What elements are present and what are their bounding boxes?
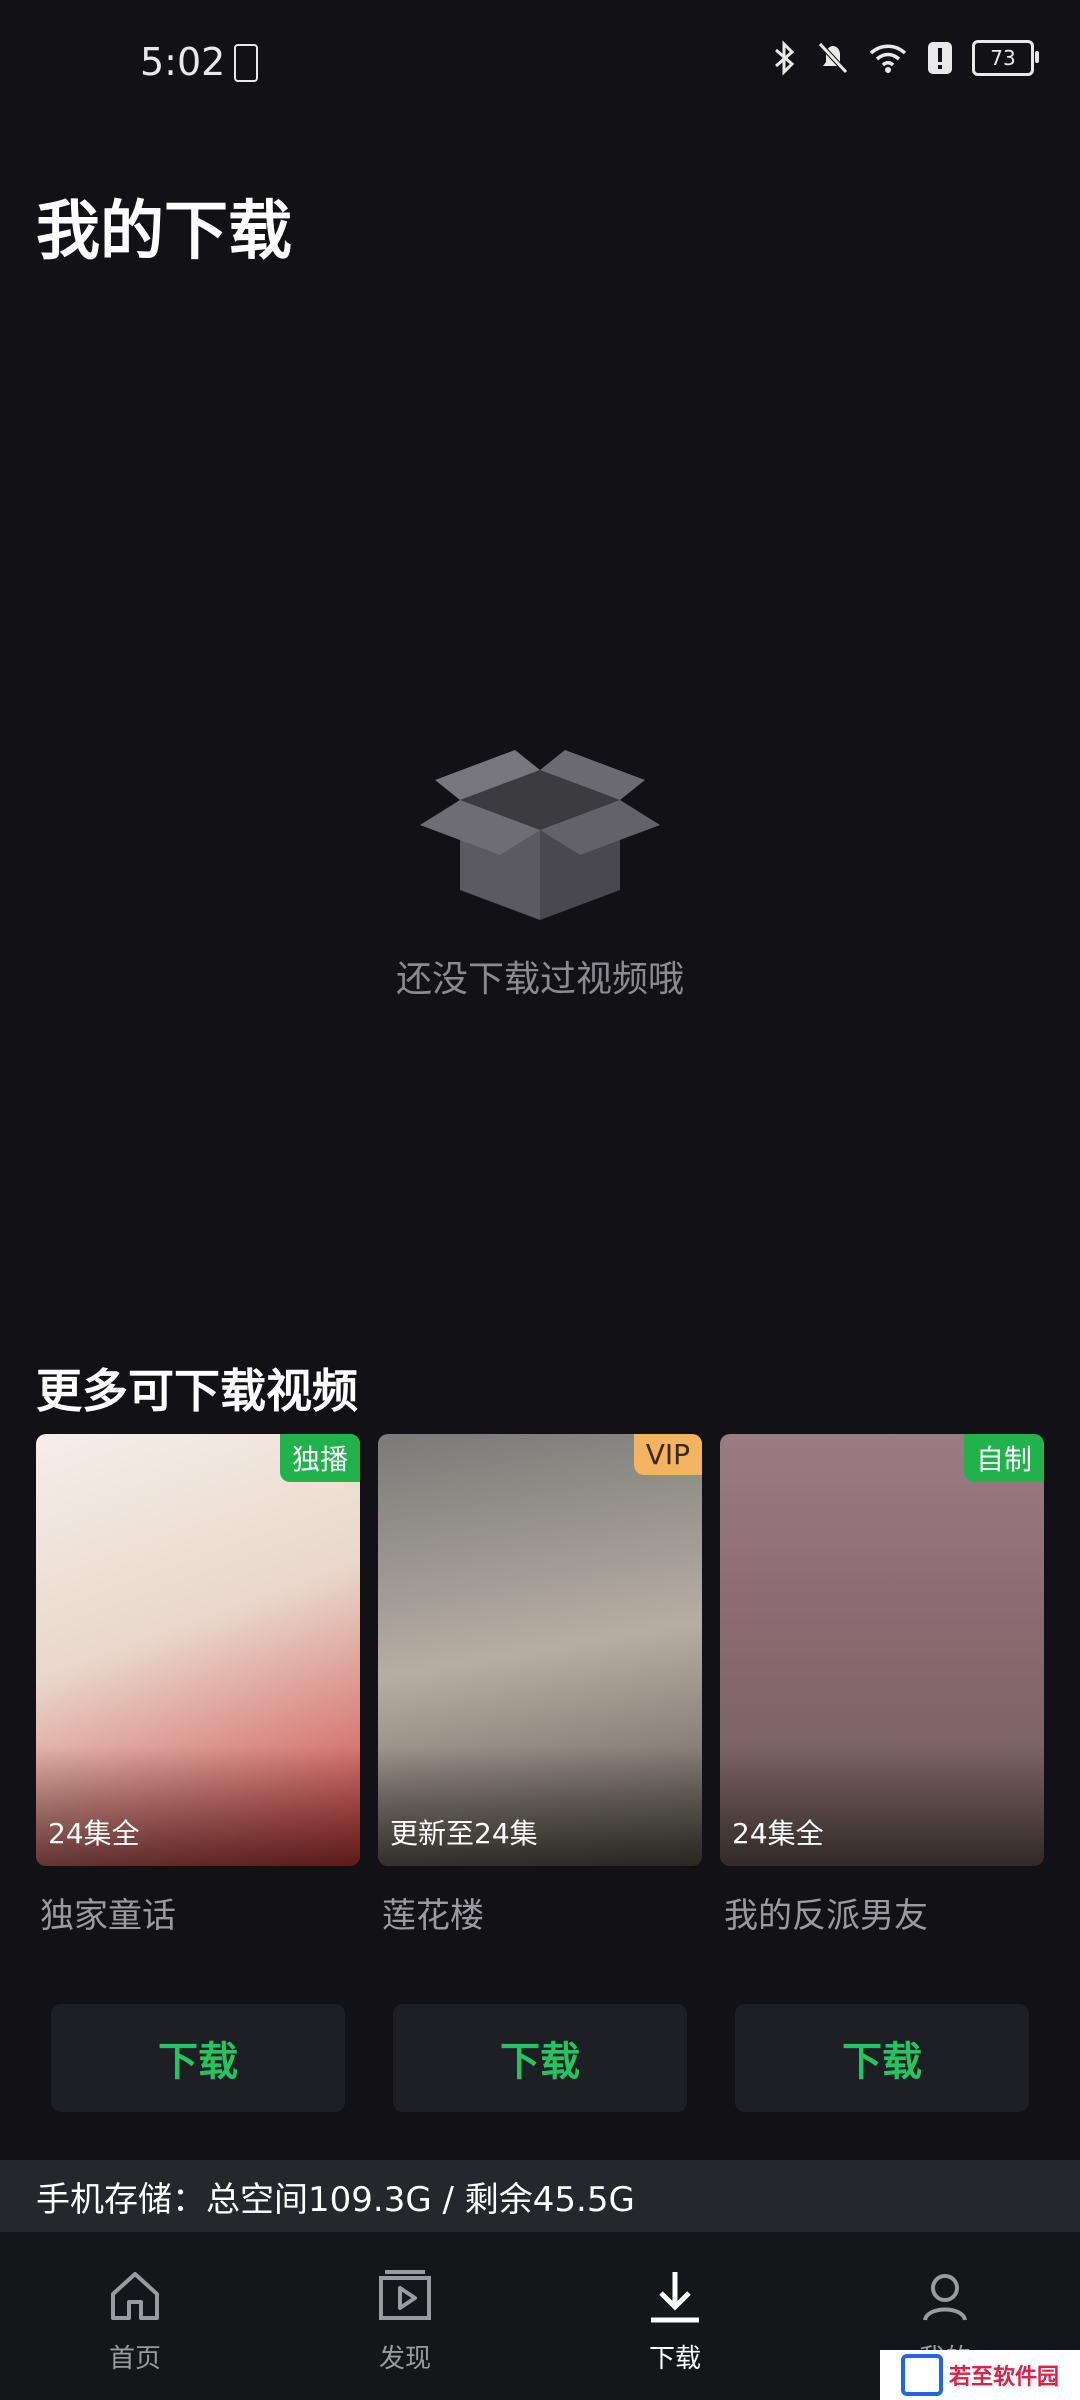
watermark: 若至软件园 xyxy=(880,2350,1080,2400)
profile-icon xyxy=(923,2274,967,2321)
status-icons: 73 xyxy=(772,40,1039,76)
wifi-icon xyxy=(869,44,907,73)
video-poster[interactable]: 自制 24集全 xyxy=(720,1434,1044,1866)
section-title: 更多可下载视频 xyxy=(36,1364,358,1418)
episode-info: 24集全 xyxy=(48,1817,140,1850)
exclusive-badge: 独播 xyxy=(279,1434,360,1482)
video-title[interactable]: 我的反派男友 xyxy=(720,1888,1044,1937)
nav-download[interactable]: 下载 xyxy=(540,2232,810,2400)
video-card[interactable]: 自制 24集全 我的反派男友 xyxy=(720,1434,1044,1937)
nav-home[interactable]: 首页 xyxy=(0,2232,270,2400)
recommend-list: 独播 24集全 独家童话 VIP 更新至24集 莲花楼 自制 24集全 我的反派… xyxy=(36,1434,1044,1937)
status-bar: 5:02 73 xyxy=(0,0,1080,130)
battery-icon: 73 xyxy=(972,40,1039,76)
download-icon xyxy=(651,2272,699,2323)
nav-label: 下载 xyxy=(648,2344,701,2374)
nav-discover[interactable]: 发现 xyxy=(270,2232,540,2400)
video-title[interactable]: 独家童话 xyxy=(36,1888,360,1937)
empty-message: 还没下载过视频哦 xyxy=(395,959,684,1000)
status-time: 5:02 xyxy=(140,40,226,84)
video-card[interactable]: VIP 更新至24集 莲花楼 xyxy=(378,1434,702,1937)
battery-level: 73 xyxy=(990,46,1016,70)
vip-badge: VIP xyxy=(633,1434,702,1475)
download-button[interactable]: 下载 xyxy=(393,2004,687,2112)
video-title[interactable]: 莲花楼 xyxy=(378,1888,702,1937)
video-poster[interactable]: 独播 24集全 xyxy=(36,1434,360,1866)
storage-info: 手机存储：总空间109.3G / 剩余45.5G xyxy=(36,2179,635,2220)
download-button[interactable]: 下载 xyxy=(51,2004,345,2112)
video-poster[interactable]: VIP 更新至24集 xyxy=(378,1434,702,1866)
download-button[interactable]: 下载 xyxy=(735,2004,1029,2112)
battery-alert-icon xyxy=(234,44,258,82)
home-icon xyxy=(111,2272,159,2320)
episode-info: 更新至24集 xyxy=(390,1817,538,1850)
nav-label: 发现 xyxy=(378,2344,431,2374)
empty-box-icon xyxy=(420,750,660,920)
bluetooth-icon xyxy=(775,40,795,76)
page-title: 我的下载 xyxy=(36,195,292,269)
original-badge: 自制 xyxy=(963,1434,1044,1482)
video-card[interactable]: 独播 24集全 独家童话 xyxy=(36,1434,360,1937)
watermark-logo-icon xyxy=(900,2354,943,2396)
storage-bar: 手机存储：总空间109.3G / 剩余45.5G xyxy=(0,2160,1080,2232)
discover-icon xyxy=(379,2270,431,2320)
watermark-text: 若至软件园 xyxy=(948,2365,1059,2390)
alert-icon xyxy=(928,42,952,74)
nav-label: 首页 xyxy=(108,2344,161,2374)
episode-info: 24集全 xyxy=(732,1817,824,1850)
bell-off-icon xyxy=(818,42,848,74)
